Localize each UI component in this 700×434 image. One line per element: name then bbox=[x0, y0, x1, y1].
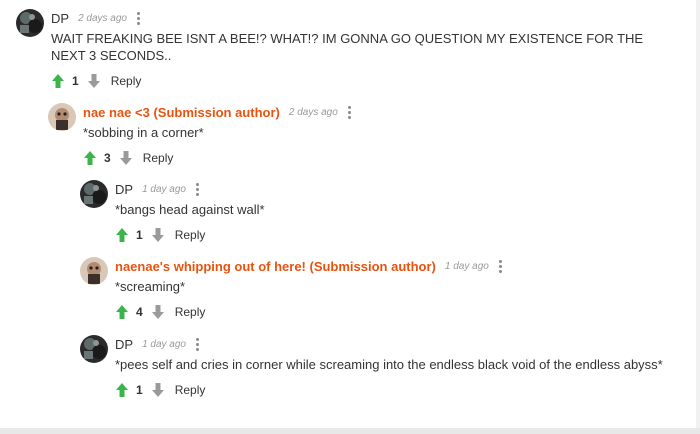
reply-button[interactable]: Reply bbox=[175, 228, 206, 242]
reply-button[interactable]: Reply bbox=[111, 74, 142, 88]
upvote-icon[interactable] bbox=[115, 382, 129, 398]
more-options-icon[interactable] bbox=[137, 11, 141, 25]
reply-button[interactable]: Reply bbox=[175, 305, 206, 319]
comment-timestamp: 1 day ago bbox=[142, 338, 186, 350]
avatar[interactable] bbox=[48, 103, 76, 131]
comment-text: *pees self and cries in corner while scr… bbox=[115, 357, 663, 372]
comment-text: WAIT FREAKING BEE ISNT A BEE!? WHAT!? IM… bbox=[51, 31, 644, 63]
reply-button[interactable]: Reply bbox=[143, 151, 174, 165]
comment-timestamp: 2 days ago bbox=[288, 106, 338, 118]
downvote-icon[interactable] bbox=[119, 150, 133, 166]
vote-count: 1 bbox=[136, 228, 143, 242]
comment-text: *screaming* bbox=[115, 279, 186, 294]
avatar[interactable] bbox=[16, 9, 44, 37]
comment-author[interactable]: naenae's whipping out of here! (Submissi… bbox=[115, 259, 436, 274]
avatar[interactable] bbox=[80, 180, 108, 208]
comment-timestamp: 1 day ago bbox=[142, 183, 186, 195]
comment-text: *bangs head against wall* bbox=[115, 202, 265, 217]
avatar[interactable] bbox=[80, 335, 108, 363]
comment-author[interactable]: DP bbox=[115, 337, 133, 352]
upvote-icon[interactable] bbox=[51, 73, 65, 89]
downvote-icon[interactable] bbox=[151, 304, 165, 320]
comment-text: *sobbing in a corner* bbox=[83, 125, 204, 140]
more-options-icon[interactable] bbox=[498, 259, 503, 273]
page-footer-divider bbox=[0, 428, 700, 434]
vote-count: 3 bbox=[104, 151, 111, 165]
vote-count: 4 bbox=[136, 305, 143, 319]
vote-count: 1 bbox=[72, 74, 79, 88]
upvote-icon[interactable] bbox=[83, 150, 97, 166]
more-options-icon[interactable] bbox=[196, 337, 200, 351]
more-options-icon[interactable] bbox=[196, 182, 200, 196]
page-edge bbox=[696, 0, 700, 428]
comment-author[interactable]: nae nae <3 (Submission author) bbox=[83, 105, 280, 120]
reply-button[interactable]: Reply bbox=[175, 383, 206, 397]
more-options-icon[interactable] bbox=[347, 105, 352, 119]
upvote-icon[interactable] bbox=[115, 227, 129, 243]
downvote-icon[interactable] bbox=[151, 227, 165, 243]
downvote-icon[interactable] bbox=[151, 382, 165, 398]
comment-author[interactable]: DP bbox=[115, 182, 133, 197]
avatar[interactable] bbox=[80, 257, 108, 285]
comment-timestamp: 1 day ago bbox=[444, 260, 489, 272]
comment-timestamp: 2 days ago bbox=[78, 12, 127, 24]
downvote-icon[interactable] bbox=[87, 73, 101, 89]
comment-author[interactable]: DP bbox=[51, 11, 69, 26]
upvote-icon[interactable] bbox=[115, 304, 129, 320]
vote-count: 1 bbox=[136, 383, 143, 397]
